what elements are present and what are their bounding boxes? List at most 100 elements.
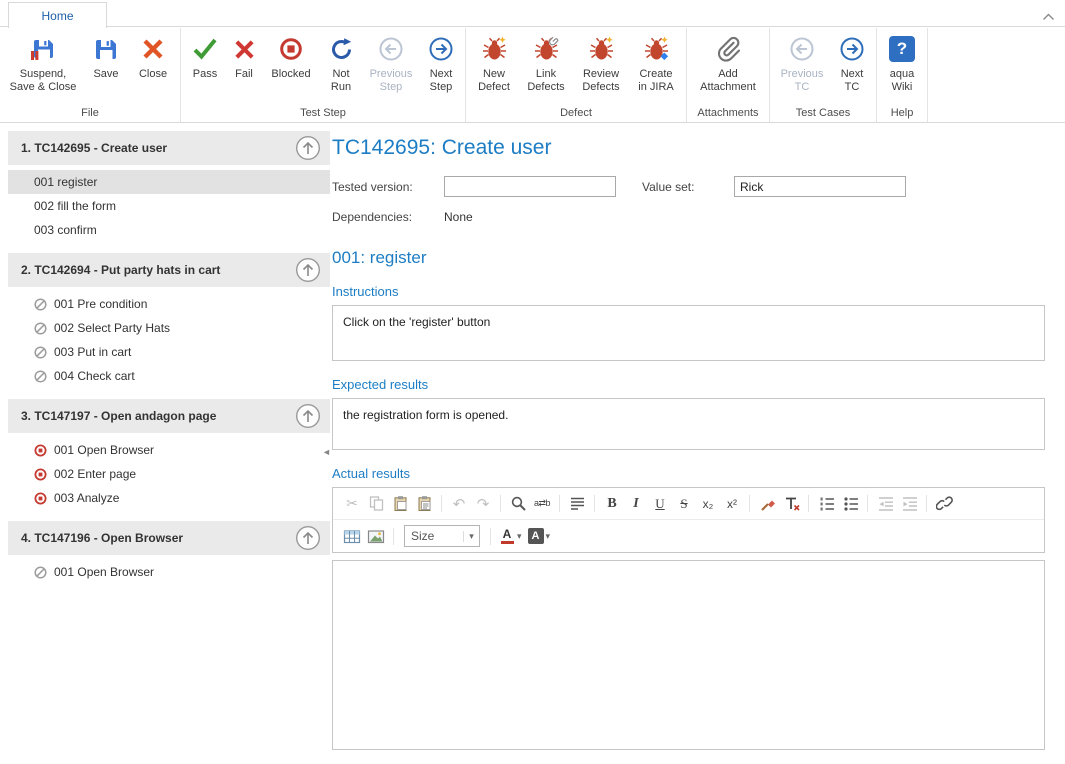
test-step-item[interactable]: 003 Put in cart <box>8 340 330 364</box>
not-run-status-icon <box>34 566 47 579</box>
button-label: Pass <box>189 68 221 81</box>
pass-button[interactable]: Pass <box>184 29 226 81</box>
scroll-to-top-button[interactable] <box>295 403 321 429</box>
new-defect-bug-icon <box>481 33 508 65</box>
replace-icon[interactable]: a⇄b <box>531 493 553 515</box>
bulleted-list-icon[interactable] <box>839 493 861 515</box>
test-step-item[interactable]: 003 Analyze <box>8 486 330 510</box>
close-button[interactable]: Close <box>129 29 177 81</box>
toolbar-separator <box>594 495 595 512</box>
indent-icon[interactable] <box>898 493 920 515</box>
previous-step-button[interactable]: Previous Step <box>362 29 420 94</box>
test-step-item[interactable]: 001 Open Browser <box>8 560 330 584</box>
fail-button[interactable]: Fail <box>226 29 262 81</box>
actual-results-label: Actual results <box>332 466 1045 481</box>
previous-tc-button[interactable]: Previous TC <box>773 29 831 94</box>
find-icon[interactable] <box>507 493 529 515</box>
text-color-button[interactable]: A ▾ <box>499 528 522 544</box>
text-color-icon: A <box>499 528 515 544</box>
test-step-item[interactable]: 002 fill the form <box>8 194 330 218</box>
subscript-icon[interactable]: x₂ <box>697 493 719 515</box>
testcase-header[interactable]: 2. TC142694 - Put party hats in cart <box>8 253 330 287</box>
collapse-ribbon-button[interactable] <box>1042 8 1055 26</box>
step-heading: 001: register <box>332 248 1045 268</box>
paste-text-icon[interactable] <box>413 493 435 515</box>
link-defects-button[interactable]: Link Defects <box>519 29 573 94</box>
review-defects-button[interactable]: Review Defects <box>573 29 629 94</box>
toolbar-separator <box>808 495 809 512</box>
redo-icon[interactable]: ↷ <box>472 493 494 515</box>
undo-icon[interactable]: ↶ <box>448 493 470 515</box>
not-run-status-icon <box>34 370 47 383</box>
button-label: New Defect <box>474 68 514 94</box>
not-run-button[interactable]: Not Run <box>320 29 362 94</box>
remove-format-icon[interactable] <box>780 493 802 515</box>
tested-version-input[interactable] <box>444 176 616 197</box>
test-step-item[interactable]: 002 Enter page <box>8 462 330 486</box>
test-step-item[interactable]: 001 register <box>8 170 330 194</box>
expected-results-label: Expected results <box>332 377 1045 392</box>
testcase-header[interactable]: 4. TC147196 - Open Browser <box>8 521 330 555</box>
new-defect-button[interactable]: New Defect <box>469 29 519 94</box>
create-in-jira-button[interactable]: Create in JIRA <box>629 29 683 94</box>
expected-results-box[interactable]: the registration form is opened. <box>332 398 1045 450</box>
button-label: Next TC <box>836 68 868 94</box>
testcase-block: 4. TC147196 - Open Browser 001 Open Brow… <box>8 521 330 584</box>
scroll-to-top-button[interactable] <box>295 525 321 551</box>
next-tc-button[interactable]: Next TC <box>831 29 873 94</box>
outdent-icon[interactable] <box>874 493 896 515</box>
copy-icon[interactable] <box>365 493 387 515</box>
not-run-icon <box>328 33 355 65</box>
strikethrough-icon[interactable]: S <box>673 493 695 515</box>
actual-results-editor[interactable] <box>332 560 1045 750</box>
superscript-icon[interactable]: x² <box>721 493 743 515</box>
save-button[interactable]: Save <box>83 29 129 81</box>
button-label: Previous Step <box>367 68 415 94</box>
numbered-list-icon[interactable] <box>815 493 837 515</box>
step-label: 001 register <box>34 175 97 189</box>
next-tc-icon <box>838 33 866 65</box>
tab-home[interactable]: Home <box>8 2 107 28</box>
paste-icon[interactable] <box>389 493 411 515</box>
font-size-dropdown[interactable]: Size ▾ <box>404 525 480 547</box>
blocked-button[interactable]: Blocked <box>262 29 320 81</box>
sidebar-collapse-handle[interactable]: ◄ <box>322 447 331 457</box>
font-size-value: Size <box>405 529 463 543</box>
testcase-header[interactable]: 3. TC147197 - Open andagon page <box>8 399 330 433</box>
next-step-button[interactable]: Next Step <box>420 29 462 94</box>
background-color-icon: A <box>528 528 544 544</box>
ribbon-group-file: Suspend, Save & Close Save Close <box>0 28 181 122</box>
test-step-item[interactable]: 002 Select Party Hats <box>8 316 330 340</box>
toolbar-separator <box>500 495 501 512</box>
test-case-detail-panel: TC142695: Create user Tested version: Va… <box>330 128 1065 764</box>
paragraph-format-icon[interactable] <box>566 493 588 515</box>
blocked-icon <box>278 33 304 65</box>
test-step-item[interactable]: 001 Pre condition <box>8 292 330 316</box>
test-step-item[interactable]: 001 Open Browser <box>8 438 330 462</box>
add-attachment-button[interactable]: Add Attachment <box>690 29 766 94</box>
scroll-to-top-button[interactable] <box>295 135 321 161</box>
cut-icon[interactable]: ✂ <box>341 493 363 515</box>
value-set-input[interactable] <box>734 176 906 197</box>
suspend-save-close-button[interactable]: Suspend, Save & Close <box>3 29 83 94</box>
insert-image-icon[interactable] <box>365 525 387 547</box>
insert-table-icon[interactable] <box>341 525 363 547</box>
scroll-to-top-button[interactable] <box>295 257 321 283</box>
test-step-item[interactable]: 003 confirm <box>8 218 330 242</box>
test-step-item[interactable]: 004 Check cart <box>8 364 330 388</box>
background-color-button[interactable]: A ▾ <box>528 528 551 544</box>
testcase-header[interactable]: 1. TC142695 - Create user <box>8 131 330 165</box>
step-label: 004 Check cart <box>54 369 135 383</box>
bold-icon[interactable]: B <box>601 493 623 515</box>
link-icon[interactable] <box>933 493 955 515</box>
underline-icon[interactable]: U <box>649 493 671 515</box>
expected-results-text: the registration form is opened. <box>343 408 508 422</box>
dropdown-arrow-icon: ▾ <box>546 531 551 542</box>
chevron-up-icon <box>1042 13 1055 21</box>
instructions-box[interactable]: Click on the 'register' button <box>332 305 1045 361</box>
format-painter-icon[interactable] <box>756 493 778 515</box>
dependencies-value: None <box>444 210 473 224</box>
toolbar-separator <box>867 495 868 512</box>
aqua-wiki-button[interactable]: ? aqua Wiki <box>880 29 924 94</box>
italic-icon[interactable]: I <box>625 493 647 515</box>
